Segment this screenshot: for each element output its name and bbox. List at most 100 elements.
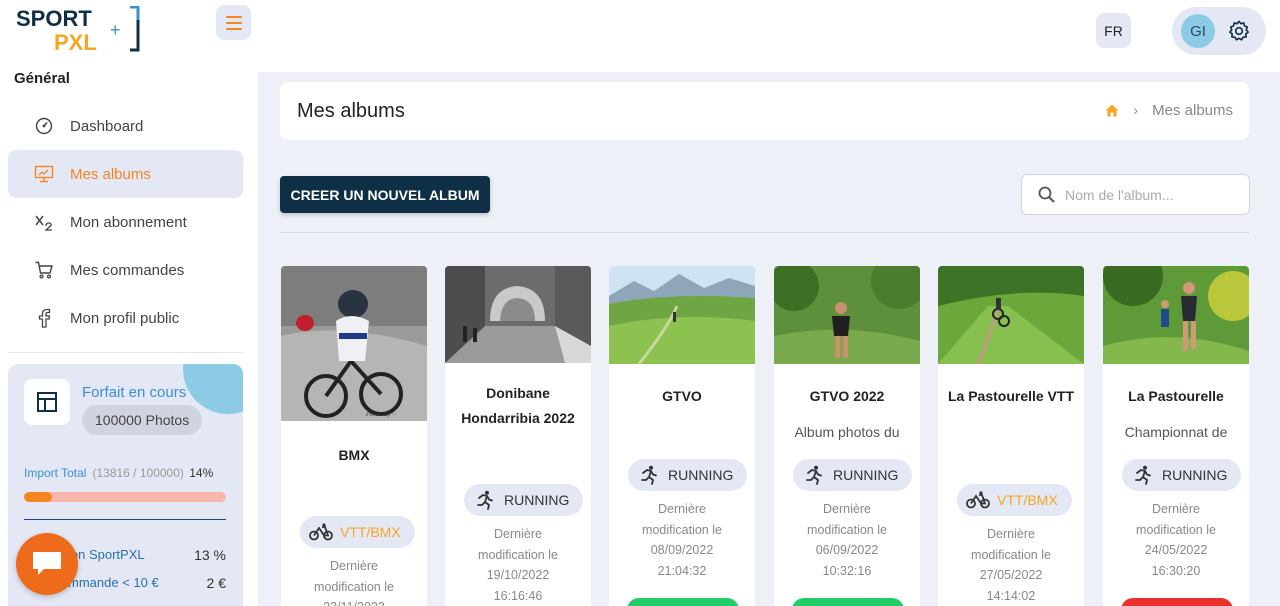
svg-text:PXL: PXL: [54, 30, 97, 52]
sidebar-item-subscription[interactable]: Mon abonnement: [8, 198, 243, 246]
album-thumbnail[interactable]: [938, 266, 1084, 365]
sport-label: RUNNING: [833, 467, 899, 483]
plan-title: Forfait en cours: [82, 384, 187, 401]
album-modified: Dernière modification le 24/05/2022 16:30:2…: [1136, 502, 1216, 578]
album-title: Donibane Hondarribia 2022: [461, 385, 575, 426]
commission-value: 13 %: [194, 547, 226, 563]
album-modified: Dernière modification le 08/09/2022 21:04:3…: [642, 502, 722, 578]
subscript-icon: [34, 212, 54, 232]
status-badge: [792, 598, 904, 606]
sport-label: VTT/BMX: [340, 524, 401, 540]
gear-icon[interactable]: [1228, 20, 1250, 42]
running-icon: [1130, 464, 1156, 486]
sidebar-item-label: Mon profil public: [70, 309, 180, 327]
import-total-row: Import Total (13816 / 100000) 14%: [24, 466, 229, 480]
import-label: Import Total: [24, 466, 87, 480]
sport-chip: RUNNING: [628, 459, 748, 491]
sidebar-item-orders[interactable]: Mes commandes: [8, 246, 243, 294]
sportpxl-logo[interactable]: SPORT PXL +: [16, 6, 144, 52]
chat-button[interactable]: [16, 533, 78, 595]
album-description: Album photos du: [794, 424, 900, 440]
sidebar-divider: [8, 352, 243, 353]
sidebar: SPORT PXL + Général Dashboard Mes albums…: [0, 0, 258, 606]
gauge-icon: [34, 116, 54, 136]
avatar[interactable]: GI: [1181, 14, 1215, 48]
sidebar-item-label: Mon abonnement: [70, 213, 187, 231]
sidebar-item-public-profile[interactable]: Mon profil public: [8, 294, 243, 342]
chevron-right-icon: ›: [1133, 102, 1139, 119]
album-search: [1021, 174, 1250, 215]
running-icon: [636, 464, 662, 486]
sport-chip: RUNNING: [1122, 459, 1242, 491]
sidebar-item-albums[interactable]: Mes albums: [8, 150, 243, 198]
search-input[interactable]: [1065, 186, 1245, 203]
status-badge: [1121, 598, 1233, 606]
album-modified: Dernière modification le 06/09/2022 10:32:1…: [807, 502, 887, 578]
running-icon: [472, 489, 498, 511]
album-card[interactable]: GTVO RUNNING Dernière modification le 08/0…: [609, 266, 755, 606]
sidebar-nav: Dashboard Mes albums Mon abonnement Mes …: [8, 102, 243, 342]
top-bar: FR GI: [258, 0, 1280, 72]
plan-layout-icon: [24, 379, 70, 425]
sport-chip: RUNNING: [793, 459, 913, 491]
status-badge: [627, 598, 739, 606]
album-modified: Dernière modification le 27/05/2022 14:14:0…: [971, 527, 1051, 603]
import-progress-fill: [24, 492, 53, 502]
sport-chip: VTT/BMX: [300, 516, 415, 548]
album-title: GTVO: [662, 388, 702, 404]
album-title: La Pastourelle: [1128, 388, 1224, 404]
sport-chip: VTT/BMX: [957, 484, 1072, 516]
home-icon[interactable]: [1105, 104, 1119, 117]
sidebar-item-dashboard[interactable]: Dashboard: [8, 102, 243, 150]
bicycle-icon: [965, 489, 991, 511]
plan-separator: [24, 519, 226, 520]
facebook-icon: [34, 308, 54, 328]
sidebar-item-label: Mes albums: [70, 165, 151, 183]
album-title: La Pastourelle VTT: [947, 388, 1075, 404]
album-thumbnail[interactable]: [445, 266, 591, 363]
chat-icon: [33, 552, 61, 575]
cart-icon: [34, 260, 54, 280]
sport-label: RUNNING: [504, 492, 570, 508]
album-card[interactable]: La Pastourelle VTT VTT/BMX Dernière modif…: [938, 266, 1084, 606]
svg-text:+: +: [110, 20, 121, 40]
plan-badge: 100000 Photos: [82, 405, 203, 435]
user-menu: GI: [1172, 7, 1266, 55]
sport-label: RUNNING: [668, 467, 734, 483]
toolbar-separator: [280, 232, 1249, 233]
album-thumbnail[interactable]: [774, 266, 920, 364]
album-thumbnail[interactable]: [609, 266, 755, 365]
language-button[interactable]: FR: [1096, 13, 1131, 48]
sport-label: VTT/BMX: [997, 492, 1058, 508]
album-card[interactable]: GTVO 2022 Album photos du RUNNING Derniè…: [774, 266, 920, 606]
sport-label: RUNNING: [1162, 467, 1228, 483]
svg-text:SPORT: SPORT: [16, 6, 92, 31]
bicycle-icon: [308, 521, 334, 543]
hamburger-icon: [225, 14, 242, 32]
album-modified: Dernièremodification le22/11/2022: [314, 559, 394, 606]
sport-chip: RUNNING: [464, 484, 584, 516]
breadcrumb-current: Mes albums: [1152, 102, 1233, 119]
album-description: Championnat de: [1124, 424, 1228, 440]
album-modified: Dernière modification le 19/10/2022 16:16:4…: [478, 527, 558, 603]
running-icon: [801, 464, 827, 486]
import-count: (13816 / 100000): [92, 466, 184, 480]
album-thumbnail[interactable]: Photos By ···: [281, 266, 427, 421]
presentation-icon: [34, 164, 54, 184]
album-card[interactable]: Donibane Hondarribia 2022 RUNNING Derniè…: [445, 266, 591, 606]
import-progress-bar: [24, 492, 226, 502]
album-title: BMX: [338, 447, 370, 463]
menu-toggle-button[interactable]: [216, 5, 251, 40]
breadcrumb: › Mes albums: [1105, 102, 1233, 119]
search-icon: [1038, 186, 1055, 203]
album-card[interactable]: La Pastourelle Championnat de RUNNING De…: [1103, 266, 1249, 606]
album-title: GTVO 2022: [809, 388, 885, 404]
album-thumbnail[interactable]: [1103, 266, 1249, 364]
order-fee-value: 2 €: [206, 575, 226, 591]
album-card[interactable]: Photos By ··· BMX VTT/BMX Dernière modifi…: [281, 266, 427, 606]
sidebar-section-title: Général: [14, 70, 70, 87]
create-album-button[interactable]: CREER UN NOUVEL ALBUM: [280, 176, 490, 213]
svg-text:Photos By ···: Photos By ···: [365, 412, 397, 418]
page-title: Mes albums: [297, 100, 405, 122]
sidebar-item-label: Dashboard: [70, 117, 144, 135]
